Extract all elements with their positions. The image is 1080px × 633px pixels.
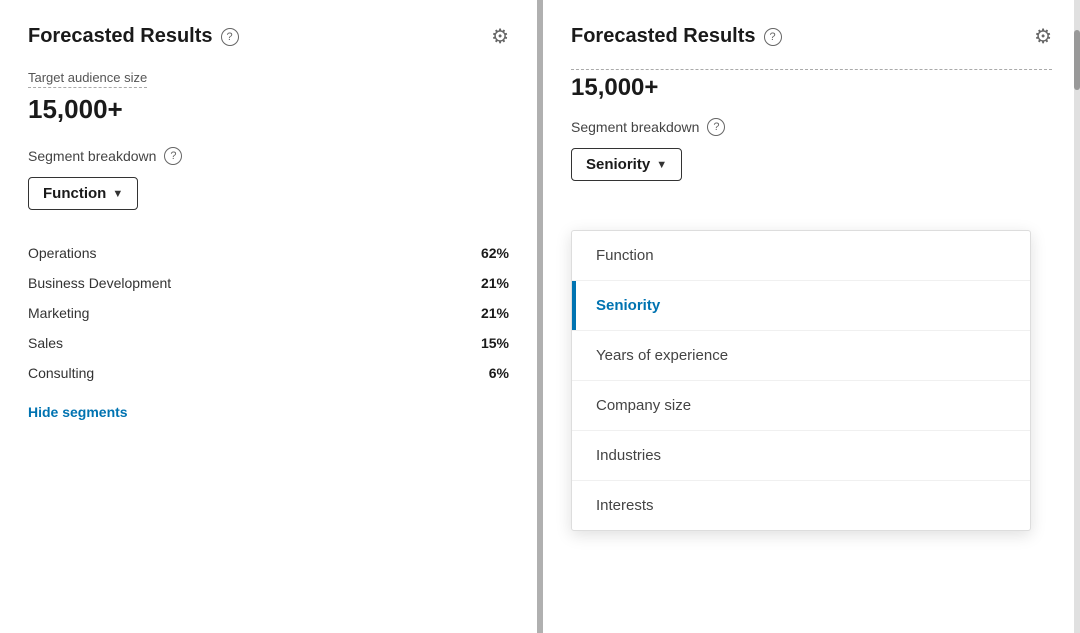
left-help-icon[interactable]: ?: [221, 28, 239, 46]
segment-dropdown-menu: FunctionSeniorityYears of experienceComp…: [571, 230, 1031, 531]
right-segment-breakdown-label: Segment breakdown: [571, 119, 699, 135]
left-panel-title: Forecasted Results: [28, 25, 213, 48]
audience-label: Target audience size: [28, 70, 147, 88]
right-dropdown-selected-label: Seniority: [586, 156, 650, 173]
segment-name: Business Development: [28, 275, 171, 291]
right-title-row: Forecasted Results ?: [571, 25, 782, 48]
left-title-row: Forecasted Results ?: [28, 25, 239, 48]
hide-segments-link[interactable]: Hide segments: [28, 404, 128, 420]
segment-name: Consulting: [28, 365, 94, 381]
right-segment-help-icon[interactable]: ?: [707, 118, 725, 136]
segment-breakdown-label: Segment breakdown: [28, 148, 156, 164]
table-row: Operations 62%: [28, 238, 509, 268]
segment-help-icon[interactable]: ?: [164, 147, 182, 165]
right-gear-icon[interactable]: ⚙: [1034, 24, 1052, 49]
segment-pct: 21%: [481, 305, 509, 321]
right-panel-header: Forecasted Results ? ⚙: [571, 24, 1052, 49]
right-help-icon[interactable]: ?: [764, 28, 782, 46]
list-item[interactable]: Interests: [572, 481, 1030, 530]
right-panel-title: Forecasted Results: [571, 25, 756, 48]
table-row: Sales 15%: [28, 328, 509, 358]
segment-pct: 62%: [481, 245, 509, 261]
dropdown-selected-label: Function: [43, 185, 106, 202]
list-item[interactable]: Company size: [572, 381, 1030, 431]
table-row: Consulting 6%: [28, 358, 509, 388]
left-panel-header: Forecasted Results ? ⚙: [28, 24, 509, 49]
audience-size: 15,000+: [28, 94, 509, 125]
segment-name: Sales: [28, 335, 63, 351]
scrollbar-thumb: [1074, 30, 1080, 90]
segment-name: Marketing: [28, 305, 89, 321]
right-audience-size: 15,000+: [571, 69, 1052, 102]
dropdown-arrow-icon: ▼: [112, 188, 123, 200]
right-segment-label-row: Segment breakdown ?: [571, 118, 1052, 136]
right-dropdown-arrow-icon: ▼: [656, 159, 667, 171]
list-item[interactable]: Function: [572, 231, 1030, 281]
list-item[interactable]: Seniority: [572, 281, 1030, 331]
segment-pct: 15%: [481, 335, 509, 351]
segment-label-row: Segment breakdown ?: [28, 147, 509, 165]
list-item[interactable]: Industries: [572, 431, 1030, 481]
scrollbar[interactable]: [1074, 0, 1080, 633]
segment-pct: 21%: [481, 275, 509, 291]
segment-pct: 6%: [489, 365, 509, 381]
table-row: Marketing 21%: [28, 298, 509, 328]
table-row: Business Development 21%: [28, 268, 509, 298]
seniority-dropdown-button[interactable]: Seniority ▼: [571, 148, 682, 181]
right-panel: Forecasted Results ? ⚙ 15,000+ Segment b…: [543, 0, 1080, 633]
segment-name: Operations: [28, 245, 96, 261]
left-gear-icon[interactable]: ⚙: [491, 24, 509, 49]
function-dropdown-button[interactable]: Function ▼: [28, 177, 138, 210]
left-panel: Forecasted Results ? ⚙ Target audience s…: [0, 0, 537, 633]
segment-list: Operations62%Business Development21%Mark…: [28, 238, 509, 388]
list-item[interactable]: Years of experience: [572, 331, 1030, 381]
